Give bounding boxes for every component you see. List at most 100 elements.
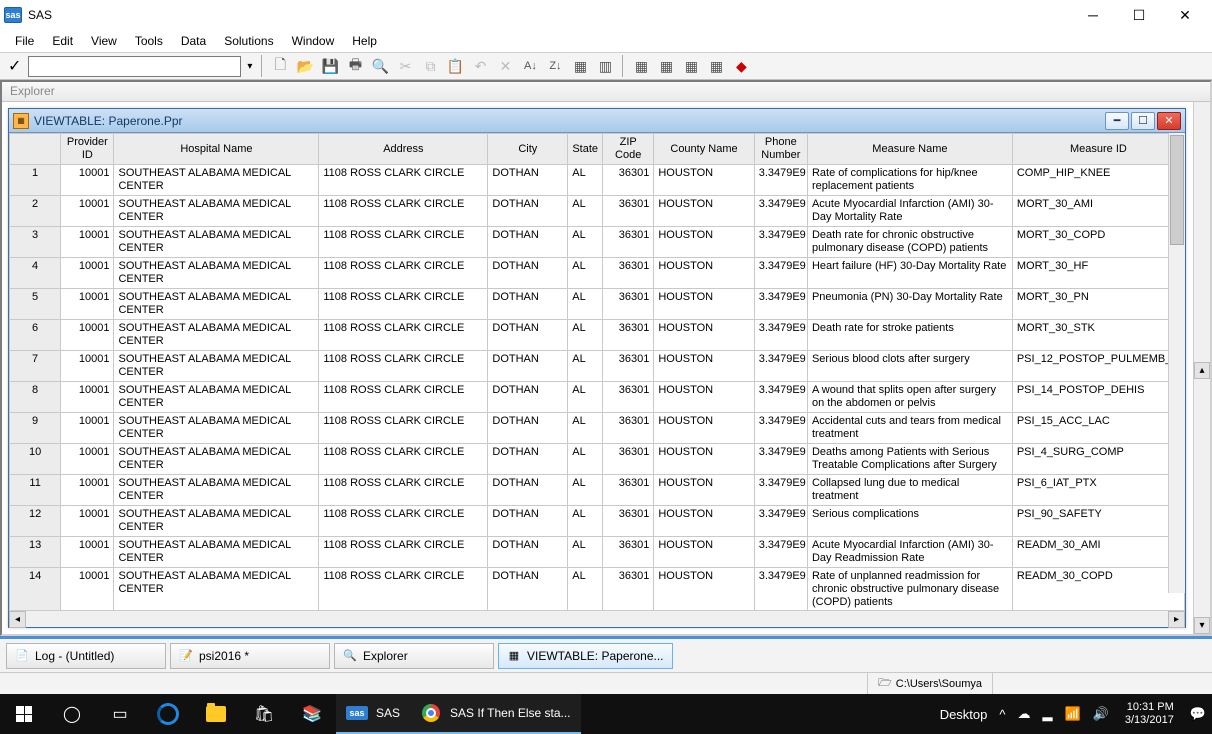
menu-data[interactable]: Data [172, 32, 215, 50]
cell[interactable]: HOUSTON [654, 258, 754, 289]
cell[interactable]: 10001 [61, 506, 114, 537]
grid-horizontal-scrollbar[interactable]: ◂ ▸ [9, 610, 1185, 627]
cell[interactable]: AL [568, 506, 603, 537]
cell[interactable]: DOTHAN [488, 506, 568, 537]
row-header[interactable]: 3 [10, 227, 61, 258]
cell[interactable]: 36301 [603, 227, 654, 258]
copy-icon[interactable]: ⧉ [419, 55, 441, 77]
taskbar-clock[interactable]: 10:31 PM 3/13/2017 [1115, 701, 1184, 727]
cell[interactable]: HOUSTON [654, 537, 754, 568]
table-row[interactable]: 310001SOUTHEAST ALABAMA MEDICAL CENTER11… [10, 227, 1185, 258]
cell[interactable]: AL [568, 196, 603, 227]
edge-icon[interactable] [144, 694, 192, 734]
cell[interactable]: 36301 [603, 444, 654, 475]
row-header[interactable]: 4 [10, 258, 61, 289]
column-header[interactable]: State [568, 134, 603, 165]
print-preview-icon[interactable]: 🔍 [369, 55, 391, 77]
cell[interactable]: 1108 ROSS CLARK CIRCLE [319, 227, 488, 258]
column-header[interactable]: Measure Name [807, 134, 1012, 165]
cell[interactable]: DOTHAN [488, 382, 568, 413]
row-header[interactable]: 6 [10, 320, 61, 351]
scroll-left-icon[interactable]: ◂ [9, 611, 26, 628]
cell[interactable]: SOUTHEAST ALABAMA MEDICAL CENTER [114, 351, 319, 382]
cell[interactable]: 1108 ROSS CLARK CIRCLE [319, 444, 488, 475]
command-box[interactable] [28, 56, 241, 77]
cell[interactable]: 36301 [603, 196, 654, 227]
cell[interactable]: Serious complications [807, 506, 1012, 537]
cell[interactable]: A wound that splits open after surgery o… [807, 382, 1012, 413]
cell[interactable]: DOTHAN [488, 320, 568, 351]
table-row[interactable]: 710001SOUTHEAST ALABAMA MEDICAL CENTER11… [10, 351, 1185, 382]
column-header[interactable]: County Name [654, 134, 754, 165]
scroll-down-icon[interactable]: ▾ [1194, 617, 1210, 634]
command-dropdown-icon[interactable]: ▾ [244, 61, 255, 72]
browse-mode-icon[interactable]: ▥ [594, 55, 616, 77]
cell[interactable]: 36301 [603, 506, 654, 537]
paste-icon[interactable]: 📋 [444, 55, 466, 77]
cell[interactable]: 10001 [61, 289, 114, 320]
cell[interactable]: HOUSTON [654, 413, 754, 444]
cell[interactable]: 3.3479E9 [754, 506, 807, 537]
cell[interactable]: 10001 [61, 568, 114, 611]
cell[interactable]: Serious blood clots after surgery [807, 351, 1012, 382]
cell[interactable]: SOUTHEAST ALABAMA MEDICAL CENTER [114, 196, 319, 227]
cell[interactable]: SOUTHEAST ALABAMA MEDICAL CENTER [114, 537, 319, 568]
cell[interactable]: 3.3479E9 [754, 444, 807, 475]
cell[interactable]: HOUSTON [654, 382, 754, 413]
cell[interactable]: 10001 [61, 320, 114, 351]
cell[interactable]: SOUTHEAST ALABAMA MEDICAL CENTER [114, 475, 319, 506]
maximize-button[interactable]: ☐ [1116, 0, 1162, 30]
cell[interactable]: SOUTHEAST ALABAMA MEDICAL CENTER [114, 413, 319, 444]
volume-icon[interactable]: 🔊 [1087, 706, 1115, 722]
new-icon[interactable]: 🗋 [269, 55, 291, 77]
delete-icon[interactable]: ◆ [730, 55, 752, 77]
cell[interactable]: MORT_30_AMI [1012, 196, 1184, 227]
cell[interactable]: SOUTHEAST ALABAMA MEDICAL CENTER [114, 227, 319, 258]
table-row[interactable]: 510001SOUTHEAST ALABAMA MEDICAL CENTER11… [10, 289, 1185, 320]
cell[interactable]: READM_30_COPD [1012, 568, 1184, 611]
cell[interactable]: Rate of complications for hip/knee repla… [807, 165, 1012, 196]
cell[interactable]: DOTHAN [488, 196, 568, 227]
battery-icon[interactable]: ▂ [1037, 706, 1059, 722]
row-header[interactable]: 12 [10, 506, 61, 537]
grid-vertical-scrollbar[interactable] [1168, 133, 1185, 593]
column-header[interactable]: Address [319, 134, 488, 165]
row-header[interactable]: 1 [10, 165, 61, 196]
column-header[interactable]: Hospital Name [114, 134, 319, 165]
table-row[interactable]: 810001SOUTHEAST ALABAMA MEDICAL CENTER11… [10, 382, 1185, 413]
cell[interactable]: Acute Myocardial Infarction (AMI) 30-Day… [807, 537, 1012, 568]
child-maximize-button[interactable]: ☐ [1131, 112, 1155, 130]
cell[interactable]: 1108 ROSS CLARK CIRCLE [319, 475, 488, 506]
wifi-icon[interactable]: 📶 [1059, 706, 1087, 722]
cell[interactable]: 3.3479E9 [754, 413, 807, 444]
cell[interactable]: AL [568, 444, 603, 475]
cell[interactable]: PSI_4_SURG_COMP [1012, 444, 1184, 475]
menu-solutions[interactable]: Solutions [215, 32, 282, 50]
add-row-icon[interactable]: ▦ [680, 55, 702, 77]
cell[interactable]: HOUSTON [654, 165, 754, 196]
cell[interactable]: DOTHAN [488, 258, 568, 289]
menu-window[interactable]: Window [283, 32, 344, 50]
cell[interactable]: DOTHAN [488, 413, 568, 444]
minimize-button[interactable]: ─ [1070, 0, 1116, 30]
cell[interactable]: Accidental cuts and tears from medical t… [807, 413, 1012, 444]
cell[interactable]: DOTHAN [488, 165, 568, 196]
cell[interactable]: MORT_30_PN [1012, 289, 1184, 320]
cell[interactable]: Acute Myocardial Infarction (AMI) 30-Day… [807, 196, 1012, 227]
cell[interactable]: 10001 [61, 444, 114, 475]
close-button[interactable]: ✕ [1162, 0, 1208, 30]
print-icon[interactable]: 🖶 [344, 55, 366, 77]
table-row[interactable]: 410001SOUTHEAST ALABAMA MEDICAL CENTER11… [10, 258, 1185, 289]
cell[interactable]: 10001 [61, 475, 114, 506]
table-row[interactable]: 110001SOUTHEAST ALABAMA MEDICAL CENTER11… [10, 165, 1185, 196]
cell[interactable]: HOUSTON [654, 568, 754, 611]
cell[interactable]: 10001 [61, 537, 114, 568]
table-row[interactable]: 1210001SOUTHEAST ALABAMA MEDICAL CENTER1… [10, 506, 1185, 537]
submit-check-icon[interactable]: ✓ [4, 56, 25, 76]
cell[interactable]: AL [568, 568, 603, 611]
column-header[interactable]: City [488, 134, 568, 165]
cell[interactable]: 10001 [61, 413, 114, 444]
cell[interactable]: COMP_HIP_KNEE [1012, 165, 1184, 196]
menu-file[interactable]: File [6, 32, 43, 50]
table-row[interactable]: 210001SOUTHEAST ALABAMA MEDICAL CENTER11… [10, 196, 1185, 227]
